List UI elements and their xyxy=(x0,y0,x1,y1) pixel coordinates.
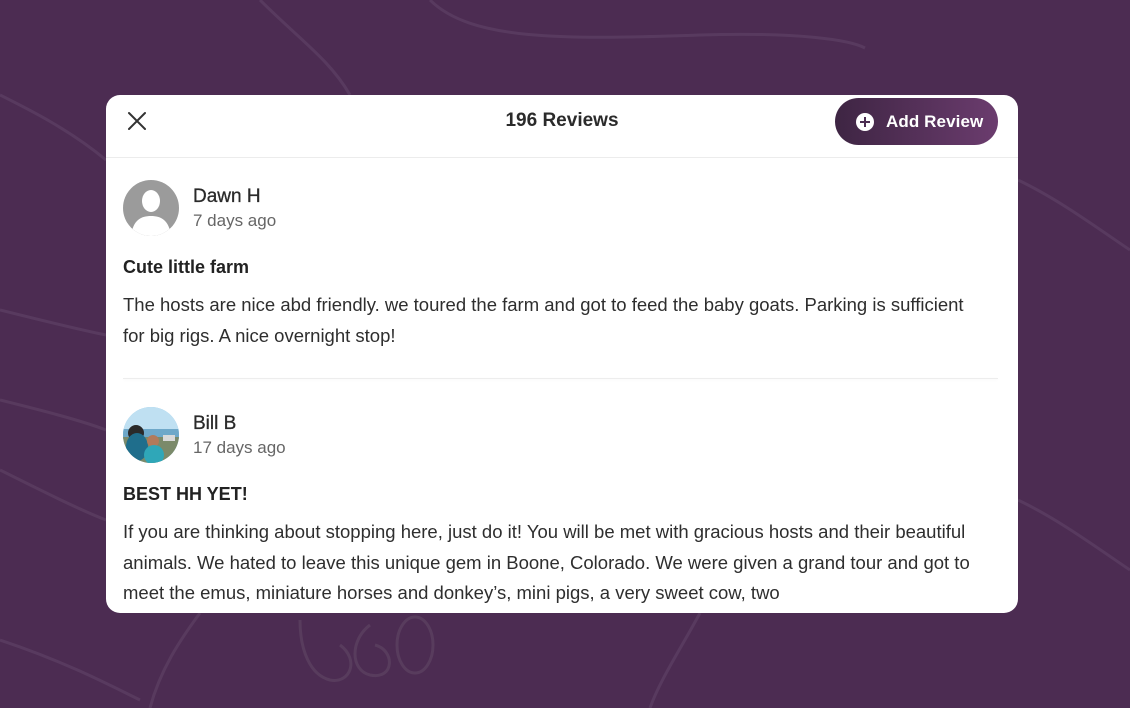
default-user-icon xyxy=(123,180,179,236)
modal-header: 196 Reviews Add Review xyxy=(106,95,1018,158)
plus-circle-icon xyxy=(856,112,874,131)
review-date: 17 days ago xyxy=(193,438,286,457)
reviewer-name: Bill B xyxy=(193,413,237,434)
review-title: BEST HH YET! xyxy=(123,484,248,504)
reviewer-name: Dawn H xyxy=(193,186,261,207)
review-body: If you are thinking about stopping here,… xyxy=(123,521,970,603)
avatar[interactable] xyxy=(123,407,179,463)
reviews-modal: 196 Reviews Add Review Dawn H 7 days ago… xyxy=(106,95,1018,613)
review-body: The hosts are nice abd friendly. we tour… xyxy=(123,294,964,346)
add-review-label: Add Review xyxy=(886,111,984,131)
add-review-button[interactable]: Add Review xyxy=(835,98,998,145)
user-photo-icon xyxy=(123,407,179,463)
avatar[interactable] xyxy=(123,180,179,236)
review-date: 7 days ago xyxy=(193,211,277,230)
review-divider xyxy=(123,378,998,379)
review-title: Cute little farm xyxy=(123,257,250,277)
